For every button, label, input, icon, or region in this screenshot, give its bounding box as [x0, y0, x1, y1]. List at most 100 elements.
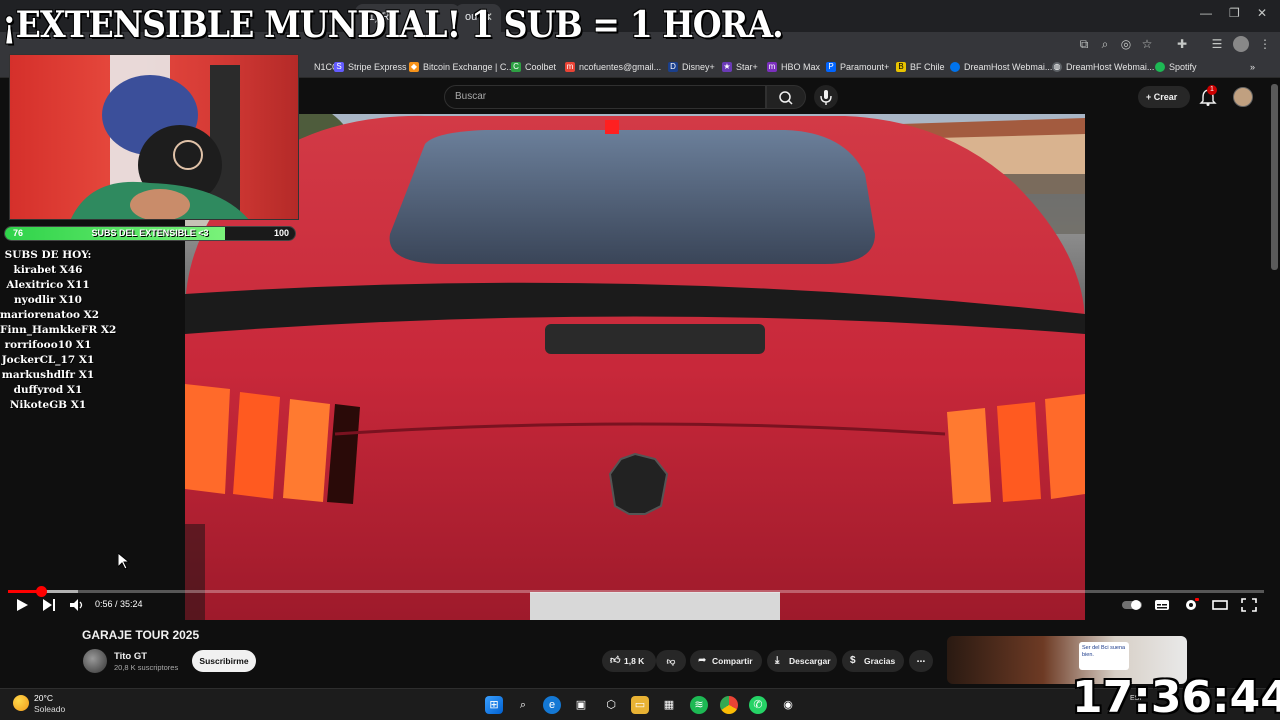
weather-sun-icon[interactable]: [13, 695, 29, 711]
microphone-icon: [820, 90, 832, 105]
download-button[interactable]: ⤓ Descargar: [767, 650, 837, 672]
stream-title-overlay: ¡EXTENSIBLE MUNDIAL! 1 SUB = 1 HORA.: [2, 4, 784, 46]
list-item: markushdlfr X1: [1, 369, 95, 381]
subs-goal-label: SUBS DEL EXTENSIBLE <3: [91, 228, 209, 238]
reading-list-icon[interactable]: ☰: [1209, 36, 1225, 52]
restore-icon[interactable]: ❐: [1229, 6, 1240, 20]
capture-app-icon[interactable]: ▦: [660, 696, 678, 714]
whatsapp-icon[interactable]: ✆: [749, 696, 767, 714]
disney-icon: D: [668, 62, 678, 72]
bookmark-item[interactable]: DreamHost Webmai...: [950, 60, 1052, 74]
app-icon[interactable]: ⬡: [602, 696, 620, 714]
weather-temperature: 20°C: [34, 693, 53, 703]
minimize-icon[interactable]: —: [1200, 6, 1212, 20]
chrome-icon[interactable]: [720, 696, 738, 714]
bookmark-item[interactable]: m HBO Max: [767, 60, 820, 74]
hbo-icon: m: [767, 62, 777, 72]
obs-icon[interactable]: ◉: [779, 696, 797, 714]
like-button[interactable]: 👍︎ 1,8 K: [602, 650, 656, 672]
video-frame-car: [185, 114, 1085, 620]
list-item: duffyrod X1: [13, 384, 83, 396]
more-actions-button[interactable]: ⋯: [909, 650, 933, 672]
spotify-taskbar-icon[interactable]: ≋: [690, 696, 708, 714]
bookmark-item[interactable]: ◍ DreamHost Webmai...: [1052, 60, 1154, 74]
channel-avatar[interactable]: [83, 649, 107, 673]
bookmark-item[interactable]: D Disney+: [668, 60, 715, 74]
create-button[interactable]: + Crear: [1138, 86, 1190, 108]
coolbet-icon: C: [511, 62, 521, 72]
plus-icon: +: [1146, 92, 1154, 102]
list-item: Finn_HamkkeFR X2: [0, 324, 117, 336]
bookmark-item[interactable]: S Stripe Express: [334, 60, 407, 74]
bitcoin-icon: ◆: [409, 62, 419, 72]
play-icon[interactable]: [14, 598, 30, 612]
spotify-icon: [1155, 62, 1165, 72]
list-item: JockerCL_17 X1: [1, 354, 95, 366]
video-player[interactable]: [185, 114, 1085, 620]
progress-scrubber-handle[interactable]: [35, 586, 47, 597]
subs-today-list: SUBS DE HOY: kirabet X46 Alexitrico X11 …: [0, 248, 117, 413]
next-video-icon[interactable]: [41, 598, 57, 612]
bookmark-star-icon[interactable]: ☆: [1139, 36, 1155, 52]
bookmark-item[interactable]: ◆ Bitcoin Exchange | C...: [409, 60, 514, 74]
video-title: GARAJE TOUR 2025: [82, 628, 200, 642]
bf-icon: B: [896, 62, 906, 72]
notification-badge: 1: [1207, 85, 1217, 95]
zoom-icon[interactable]: ⌕: [1097, 36, 1113, 52]
dislike-button[interactable]: 👎︎: [656, 650, 686, 672]
eye-slash-icon[interactable]: ◎: [1118, 36, 1134, 52]
subtitles-icon[interactable]: [1154, 598, 1170, 612]
volume-icon[interactable]: [69, 598, 85, 612]
windows-start-icon[interactable]: ⊞: [485, 696, 503, 714]
bookmark-item[interactable]: ★ Star+: [722, 60, 758, 74]
voice-search-button[interactable]: [814, 85, 838, 109]
list-item: NikoteGB X1: [9, 399, 87, 411]
thanks-button[interactable]: $ Gracias: [842, 650, 904, 672]
channel-subscriber-count: 20,8 K suscriptores: [114, 663, 179, 672]
more-menu-icon[interactable]: ⋮: [1257, 36, 1273, 52]
download-icon: ⤓: [775, 655, 780, 666]
channel-name[interactable]: Tito GT: [114, 651, 147, 662]
gmail-icon: m: [565, 62, 575, 72]
profile-avatar-icon[interactable]: [1233, 36, 1249, 52]
subscribe-button[interactable]: Suscribirme: [192, 650, 256, 672]
list-item: kirabet X46: [13, 264, 83, 276]
bookmark-item[interactable]: C Coolbet: [511, 60, 556, 74]
thumbs-up-icon: 👍︎: [610, 655, 621, 666]
paramount-icon: P: [826, 62, 836, 72]
bookmark-item[interactable]: Spotify: [1155, 60, 1197, 74]
theater-mode-icon[interactable]: [1212, 598, 1228, 612]
stream-clock-overlay: 17:36:44: [1072, 672, 1280, 720]
mouse-cursor-icon: [118, 553, 130, 570]
weather-description: Soleado: [34, 704, 66, 714]
edge-icon[interactable]: e: [543, 696, 561, 714]
list-item: mariorenatoo X2: [0, 309, 100, 321]
time-readout: 0:56 / 35:24: [95, 599, 143, 609]
autoplay-toggle[interactable]: [1121, 598, 1143, 612]
bookmark-item[interactable]: P Paramount+: [826, 60, 889, 74]
search-button[interactable]: [766, 85, 806, 109]
bookmarks-overflow-icon[interactable]: »: [1250, 60, 1255, 74]
extensions-icon[interactable]: ✚: [1174, 36, 1190, 52]
share-button[interactable]: ➦ Compartir: [690, 650, 762, 672]
bookmark-item[interactable]: B BF Chile: [896, 60, 945, 74]
close-window-icon[interactable]: ✕: [1257, 6, 1267, 20]
subs-list-heading: SUBS DE HOY:: [4, 249, 92, 261]
list-item: nyodlir X10: [13, 294, 82, 306]
stripe-icon: S: [334, 62, 344, 72]
install-app-icon[interactable]: ⧉: [1076, 36, 1092, 52]
store-icon[interactable]: ▣: [572, 696, 590, 714]
search-input[interactable]: Buscar: [444, 85, 766, 109]
share-arrow-icon: ➦: [698, 655, 707, 666]
page-scrollbar-thumb[interactable]: [1271, 84, 1278, 270]
file-explorer-icon[interactable]: ▭: [631, 696, 649, 714]
avatar[interactable]: [1233, 87, 1253, 107]
fullscreen-icon[interactable]: [1241, 598, 1257, 612]
taskbar-search-icon[interactable]: ⌕: [514, 696, 532, 714]
ad-text: Ser del Bci suena bien.: [1079, 642, 1129, 670]
video-progress-bar[interactable]: [8, 586, 1264, 597]
list-item: Alexitrico X11: [6, 279, 90, 291]
subs-goal-bar: 76 SUBS DEL EXTENSIBLE <3 100: [4, 226, 296, 241]
settings-gear-icon[interactable]: [1183, 598, 1199, 612]
bookmark-item[interactable]: m ncofuentes@gmail...: [565, 60, 661, 74]
